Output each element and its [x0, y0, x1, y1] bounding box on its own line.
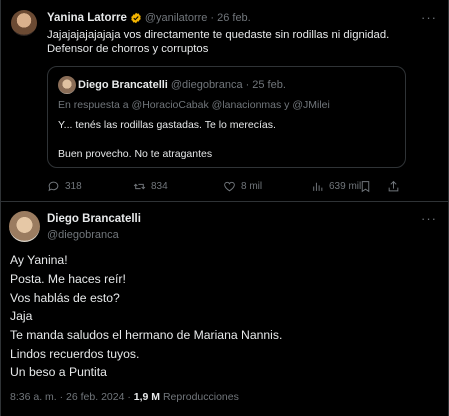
quoted-tweet-header: Diego Brancatelli @diegobranca · 25 feb.: [78, 79, 286, 91]
share-icon: [388, 180, 399, 192]
avatar[interactable]: [11, 10, 37, 36]
views-count: 1,9 M: [133, 391, 161, 403]
bookmark-button[interactable]: [359, 180, 372, 193]
like-count: 8 mil: [241, 181, 263, 192]
in-reply-to: En respuesta a @HoracioCabak @lanacionma…: [58, 99, 330, 111]
views-label: Reproducciones: [162, 391, 239, 403]
heart-icon: [224, 181, 235, 192]
tweet-header: Yanina Latorre @yanilatorre · 26 feb.: [47, 12, 251, 24]
author-handle[interactable]: @yanilatorre: [145, 12, 208, 24]
quoted-tweet[interactable]: Diego Brancatelli @diegobranca · 25 feb.…: [47, 66, 406, 168]
more-options-icon[interactable]: ···: [421, 10, 437, 25]
author-name[interactable]: Yanina Latorre: [47, 12, 127, 24]
quoted-text-line: Buen provecho. No te atragantes: [58, 148, 213, 160]
tweet-thread: Yanina Latorre @yanilatorre · 26 feb. ··…: [0, 0, 449, 416]
tweet-text-line: Jaja: [10, 309, 33, 323]
separator-dot: ·: [59, 391, 64, 403]
tweet-actions: 318 834 8 mil 639 mil: [47, 180, 412, 194]
quoted-author-name: Diego Brancatelli: [78, 79, 168, 91]
author-handle[interactable]: @diegobranca: [47, 229, 119, 241]
tweet-text-line: Jajajajajajajaja vos directamente te que…: [47, 29, 390, 41]
views-button[interactable]: 639 mil: [311, 180, 361, 193]
tweet-time[interactable]: 8:36 a. m.: [10, 391, 57, 403]
quoted-tweet-date: 25 feb.: [252, 79, 286, 91]
like-button[interactable]: 8 mil: [223, 180, 262, 193]
verified-badge-icon: [131, 12, 141, 24]
tweet-text-line: Ay Yanina!: [10, 253, 68, 267]
reply-button[interactable]: 318: [47, 180, 82, 193]
reply-icon: [48, 181, 59, 192]
share-button[interactable]: [387, 180, 400, 193]
tweet-text-line: Te manda saludos el hermano de Mariana N…: [10, 328, 283, 342]
repost-button[interactable]: 834: [133, 180, 168, 193]
bookmark-icon: [361, 181, 370, 193]
avatar: [58, 76, 76, 94]
author-name[interactable]: Diego Brancatelli: [47, 213, 141, 225]
tweet-text-line: Vos hablás de esto?: [10, 291, 120, 305]
column-border-left: [0, 0, 1, 416]
tweet-text-line: Defensor de chorros y corruptos: [47, 43, 209, 55]
separator-dot: ·: [245, 79, 250, 91]
views-count: 639 mil: [329, 181, 362, 192]
tweet-text-line: Lindos recuerdos tuyos.: [10, 347, 140, 361]
separator-dot: ·: [127, 391, 131, 403]
quoted-text-line: Y... tenés las rodillas gastadas. Te lo …: [58, 119, 276, 131]
tweet-date[interactable]: 26 feb.: [217, 12, 251, 24]
views-chart-icon: [313, 182, 323, 191]
reply-count: 318: [65, 181, 82, 192]
divider: [0, 201, 449, 202]
repost-count: 834: [151, 181, 168, 192]
repost-icon: [133, 183, 146, 190]
tweet-date[interactable]: 26 feb. 2024: [66, 391, 124, 403]
quoted-author-handle: @diegobranca: [170, 79, 243, 91]
more-options-icon[interactable]: ···: [421, 211, 437, 226]
tweet-text: Jajajajajajajaja vos directamente te que…: [47, 28, 407, 56]
separator-dot: ·: [210, 12, 215, 24]
tweet-text-line: Un beso a Puntita: [10, 365, 107, 379]
tweet-meta: 8:36 a. m. · 26 feb. 2024 · 1,9 M Reprod…: [10, 391, 239, 403]
tweet-text-line: Posta. Me haces reír!: [10, 272, 126, 286]
avatar[interactable]: [9, 211, 40, 242]
